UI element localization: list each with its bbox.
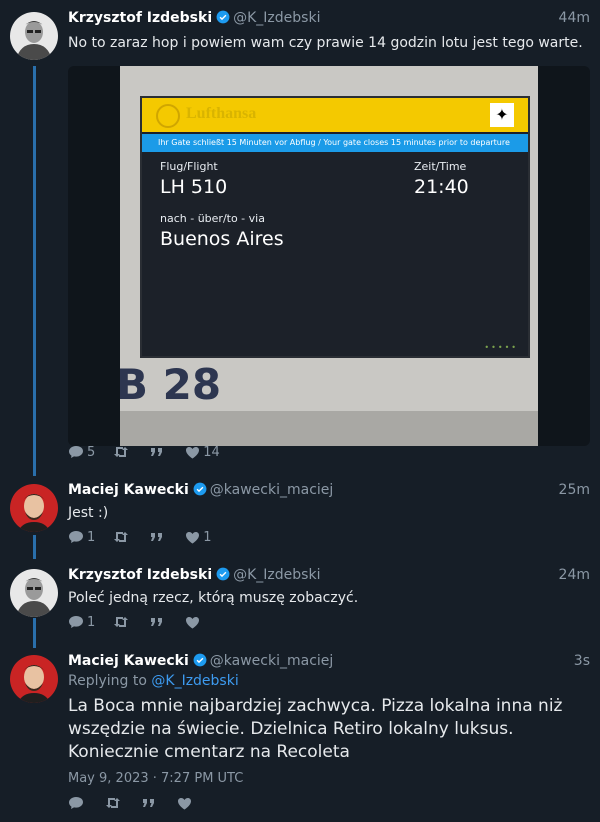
tweet[interactable]: Maciej Kawecki @kawecki_maciej 25m Jest :… (0, 482, 600, 552)
retweet-icon (114, 532, 129, 542)
retweet-button[interactable] (113, 446, 132, 458)
reply-count: 1 (87, 614, 96, 630)
tweet-main[interactable]: Maciej Kawecki @kawecki_maciej 3s Replyin… (0, 653, 600, 818)
quote-button[interactable] (150, 617, 167, 627)
tweet-media[interactable]: Lufthansa ✦ Ihr Gate schließt 15 Minuten… (68, 66, 590, 446)
reply-button[interactable]: 1 (68, 615, 95, 630)
avatar-image (10, 655, 58, 703)
timestamp[interactable]: 44m (559, 10, 590, 26)
like-button[interactable]: 14 (185, 445, 220, 460)
quote-button[interactable] (150, 447, 167, 457)
tweet-text: Jest :) (68, 505, 109, 521)
retweet-button[interactable] (113, 531, 132, 543)
reply-button[interactable] (68, 796, 87, 810)
airline-header: Lufthansa ✦ (142, 98, 528, 132)
avatar-image (10, 12, 58, 60)
comment-icon (69, 531, 83, 543)
star-alliance-icon: ✦ (490, 103, 514, 127)
tweet-text: La Boca mnie najbardziej zachwyca. Pizza… (68, 696, 563, 762)
like-count: 14 (203, 444, 220, 460)
retweet-icon (114, 447, 129, 457)
tweet[interactable]: Krzysztof Izdebski @K_Izdebski 44m No to … (0, 10, 600, 470)
comment-icon (69, 797, 83, 809)
tweet-header: Krzysztof Izdebski @K_Izdebski 24m (68, 567, 590, 587)
display-name[interactable]: Maciej Kawecki (68, 482, 189, 498)
avatar[interactable] (10, 569, 58, 617)
like-count: 1 (203, 529, 212, 545)
handle[interactable]: @K_Izdebski (233, 10, 320, 26)
quote-button[interactable] (142, 798, 159, 808)
retweet-icon (114, 617, 129, 627)
quote-icon (151, 448, 163, 456)
handle[interactable]: @kawecki_maciej (210, 482, 334, 498)
flight-number: LH 510 (160, 176, 228, 198)
handle[interactable]: @kawecki_maciej (210, 653, 334, 669)
avatar[interactable] (10, 484, 58, 532)
replying-prefix: Replying to (68, 673, 147, 689)
gate-sign: B 28 (120, 360, 222, 409)
departure-time: 21:40 (414, 176, 469, 198)
tweet-text: Poleć jedną rzecz, którą muszę zobaczyć. (68, 590, 359, 606)
comment-icon (69, 616, 83, 628)
avatar-image (10, 569, 58, 617)
wall (120, 411, 538, 446)
timestamp[interactable]: 25m (559, 482, 590, 498)
quote-button[interactable] (150, 532, 167, 542)
tweet-stats: 1 (68, 614, 221, 630)
gate-banner: Ihr Gate schließt 15 Minuten vor Abflug … (142, 134, 528, 152)
reply-button[interactable]: 1 (68, 530, 95, 545)
avatar-image (10, 484, 58, 532)
departure-screen: Lufthansa ✦ Ihr Gate schließt 15 Minuten… (140, 96, 530, 358)
handle[interactable]: @K_Izdebski (233, 567, 320, 583)
display-name[interactable]: Krzysztof Izdebski (68, 10, 212, 26)
tweet-header: Krzysztof Izdebski @K_Izdebski 44m (68, 10, 590, 30)
quote-icon (143, 799, 154, 807)
avatar[interactable] (10, 12, 58, 60)
timestamp[interactable]: 3s (574, 653, 590, 669)
quote-icon (151, 618, 163, 626)
tweet-header: Maciej Kawecki @kawecki_maciej 25m (68, 482, 590, 502)
verified-badge-icon (216, 567, 230, 581)
reply-button[interactable]: 5 (68, 445, 95, 460)
destination: Buenos Aires (160, 228, 284, 250)
tweet-stats: 5 14 (68, 444, 238, 460)
display-name[interactable]: Maciej Kawecki (68, 653, 189, 669)
verified-badge-icon (193, 653, 207, 667)
like-button[interactable] (185, 616, 203, 629)
reply-count: 1 (87, 529, 96, 545)
retweet-button[interactable] (113, 616, 132, 628)
tweet-date[interactable]: May 9, 2023 · 7:27 PM UTC (68, 771, 243, 786)
time-label: Zeit/Time (414, 160, 467, 173)
like-button[interactable]: 1 (185, 529, 212, 545)
airline-logo-icon (156, 104, 180, 128)
flight-label: Flug/Flight (160, 160, 218, 173)
reply-count: 5 (87, 444, 96, 460)
tweet-stats: 1 1 (68, 529, 230, 545)
airline-brand: Lufthansa (186, 105, 257, 122)
timestamp[interactable]: 24m (559, 567, 590, 583)
replying-to-link[interactable]: @K_Izdebski (151, 673, 238, 689)
tweet-stats (68, 795, 213, 811)
screen-leds: ••••• (484, 343, 518, 352)
heart-icon (186, 446, 200, 458)
replying-to: Replying to @K_Izdebski (68, 673, 239, 689)
quote-icon (151, 533, 163, 541)
verified-badge-icon (216, 10, 230, 24)
via-label: nach - über/to - via (160, 212, 265, 225)
like-button[interactable] (177, 797, 195, 810)
comment-icon (69, 446, 83, 458)
heart-icon (186, 531, 200, 543)
photo[interactable]: Lufthansa ✦ Ihr Gate schließt 15 Minuten… (120, 66, 538, 446)
heart-icon (178, 797, 191, 809)
avatar[interactable] (10, 655, 58, 703)
retweet-button[interactable] (105, 797, 124, 809)
retweet-icon (106, 798, 120, 808)
tweet-header: Maciej Kawecki @kawecki_maciej 3s (68, 653, 590, 673)
tweet[interactable]: Krzysztof Izdebski @K_Izdebski 24m Poleć … (0, 567, 600, 637)
tweet-text: No to zaraz hop i powiem wam czy prawie … (68, 35, 583, 51)
display-name[interactable]: Krzysztof Izdebski (68, 567, 212, 583)
verified-badge-icon (193, 482, 207, 496)
heart-icon (186, 616, 200, 628)
